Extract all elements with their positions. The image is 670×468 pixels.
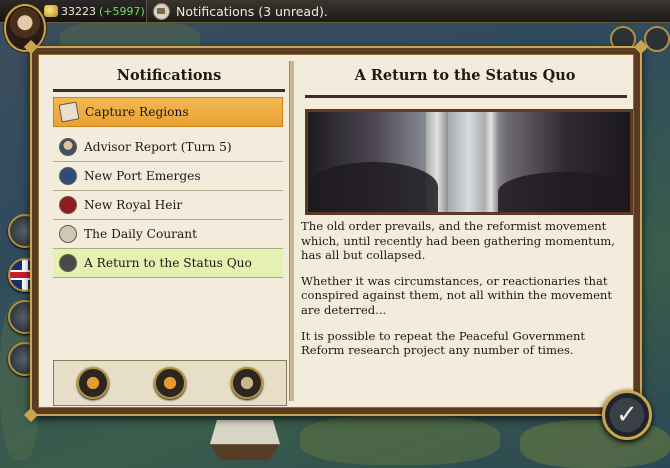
filter-button-bar [53, 360, 287, 406]
treasury-display: 33223 (+5997) [44, 2, 145, 20]
economy-filter-button[interactable] [153, 367, 186, 399]
notifications-dialog: Notifications Capture Regions Advisor Re… [23, 39, 649, 423]
crowd-silhouette [498, 172, 628, 212]
menu-icon[interactable] [644, 26, 670, 52]
list-item-status-quo[interactable]: A Return to the Status Quo [53, 249, 283, 278]
advisor-icon [59, 138, 77, 156]
news-filter-button[interactable] [231, 367, 264, 399]
paragraph: It is possible to repeat the Peaceful Go… [301, 328, 586, 358]
list-item-label: New Port Emerges [84, 169, 201, 183]
notification-text: Notifications (3 unread). [176, 3, 328, 19]
list-item-advisor-report[interactable]: Advisor Report (Turn 5) [53, 133, 283, 162]
list-item-label: New Royal Heir [84, 198, 183, 212]
gear-icon [59, 254, 77, 272]
event-description: The old order prevails, and the reformis… [301, 219, 631, 369]
list-item-daily-courant[interactable]: The Daily Courant [53, 220, 283, 249]
list-item-label: The Daily Courant [84, 227, 198, 241]
list-item-label: Capture Regions [85, 105, 189, 119]
list-item-royal-heir[interactable]: New Royal Heir [53, 191, 283, 220]
ship-unit[interactable] [210, 420, 280, 460]
treasury-value: 33223 [61, 4, 96, 18]
military-filter-button[interactable] [76, 367, 109, 399]
event-illustration [305, 109, 633, 215]
paragraph: Whether it was circumstances, or reactio… [301, 273, 613, 317]
title-rule [305, 95, 627, 98]
list-item-capture-regions[interactable]: Capture Regions [53, 97, 283, 127]
gold-icon [44, 5, 58, 17]
event-title: A Return to the Status Quo [354, 67, 576, 84]
column-divider [289, 61, 294, 401]
list-item-new-port[interactable]: New Port Emerges [53, 162, 283, 191]
notification-list: Capture Regions Advisor Report (Turn 5) … [53, 97, 283, 278]
map-terrain [300, 415, 500, 465]
scroll-icon [153, 2, 170, 20]
pillar [484, 112, 498, 212]
title-rule [53, 89, 285, 92]
treasury-delta: (+5997) [99, 4, 145, 18]
confirm-checkmark-button[interactable]: ✓ [602, 390, 652, 440]
scroll-icon [58, 101, 80, 123]
dialog-parchment: Notifications Capture Regions Advisor Re… [38, 54, 634, 408]
anchor-icon [59, 167, 77, 185]
list-item-label: Advisor Report (Turn 5) [84, 140, 232, 154]
notification-ticker[interactable]: Notifications (3 unread). [146, 0, 670, 22]
list-item-label: A Return to the Status Quo [84, 256, 252, 270]
newspaper-icon [59, 225, 77, 243]
notifications-title: Notifications [116, 67, 222, 84]
heir-icon [59, 196, 77, 214]
paragraph: The old order prevails, and the reformis… [301, 219, 615, 263]
crowd-silhouette [308, 162, 438, 212]
top-bar: 33223 (+5997) Notifications (3 unread). [0, 0, 670, 23]
